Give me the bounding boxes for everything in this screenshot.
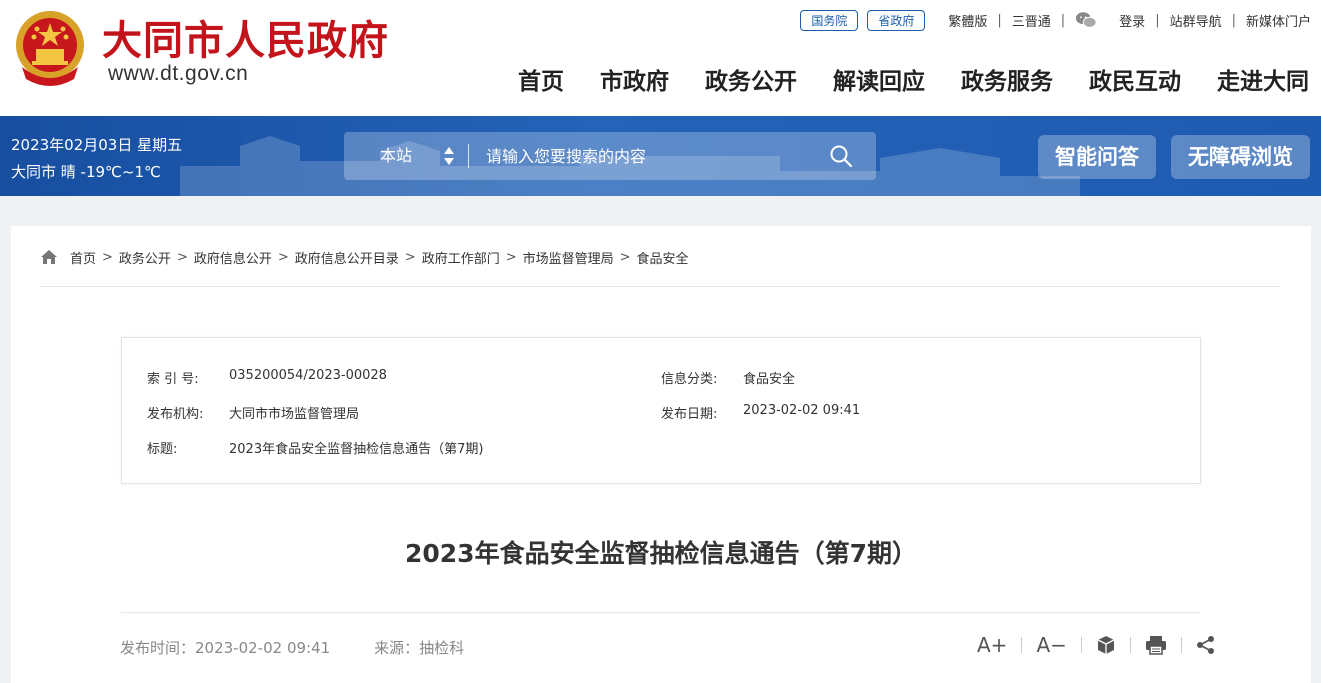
national-emblem-icon [16,11,84,86]
site-nav-link[interactable]: 站群导航 [1170,11,1222,30]
search-divider [468,144,469,168]
traditional-chinese-link[interactable]: 繁體版 [948,11,987,30]
date-weather: 2023年02月03日 星期五 大同市 晴 -19℃~1℃ [11,132,182,186]
breadcrumb-gov-affairs[interactable]: 政务公开 [119,248,171,267]
article-tools: A+ A− [977,632,1216,658]
breadcrumb-info-catalog[interactable]: 政府信息公开目录 [295,248,399,267]
breadcrumb: 首页 > 政务公开 > 政府信息公开 > 政府信息公开目录 > 政府工作部门 >… [40,246,689,268]
index-number-value: 035200054/2023-00028 [229,368,387,383]
title-value: 2023年食品安全监督抽检信息通告（第7期) [229,442,484,457]
category-label: 信息分类: [661,372,718,387]
publisher-row: 发布机构: 大同市市场监督管理局 [147,403,359,422]
province-gov-link[interactable]: 省政府 [867,9,926,31]
publish-date-row: 发布日期: 2023-02-02 09:41 [661,403,860,422]
index-number-row: 索 引 号: 035200054/2023-00028 [147,368,387,387]
site-header: 大同市人民政府 www.dt.gov.cn 国务院 省政府 繁體版 | 三晋通 … [0,0,1321,116]
breadcrumb-home[interactable]: 首页 [70,248,96,267]
tool-divider [1180,637,1182,653]
publisher-label: 发布机构: [147,407,204,422]
nav-home[interactable]: 首页 [518,62,564,96]
login-link[interactable]: 登录 [1119,11,1145,30]
publisher-value: 大同市市场监督管理局 [229,407,360,422]
accessible-browse-button[interactable]: 无障碍浏览 [1171,135,1310,179]
publish-time: 发布时间：2023-02-02 09:41 [120,639,331,657]
category-row: 信息分类: 食品安全 [661,368,795,387]
breadcrumb-market-bureau[interactable]: 市场监督管理局 [523,248,614,267]
tool-divider [1021,637,1023,653]
title-label: 标题: [147,442,178,457]
weather-info: 大同市 晴 -19℃~1℃ [11,163,161,181]
up-down-arrow-icon[interactable] [444,147,454,165]
cube-icon[interactable] [1096,635,1116,655]
smart-qa-button[interactable]: 智能问答 [1038,135,1156,179]
breadcrumb-food-safety[interactable]: 食品安全 [637,248,689,267]
breadcrumb-separator: > [277,249,289,265]
search-input[interactable] [486,144,826,168]
current-date: 2023年02月03日 星期五 [11,136,183,154]
publish-date-label: 发布日期: [661,407,718,422]
nav-about-datong[interactable]: 走进大同 [1217,62,1309,96]
tool-divider [1080,637,1082,653]
article-meta: 发布时间：2023-02-02 09:41 来源：抽检科 [120,637,464,658]
breadcrumb-info-open[interactable]: 政府信息公开 [194,248,272,267]
tool-divider [1129,637,1131,653]
search-scope-select[interactable]: 本站 [380,132,412,180]
top-links: 国务院 省政府 繁體版 | 三晋通 | 登录 | 站群导航 | 新媒体门户 [800,9,1311,31]
wechat-icon[interactable] [1075,10,1097,30]
share-icon[interactable] [1196,635,1216,655]
index-number-label: 索 引 号: [147,372,199,387]
nav-interpretation[interactable]: 解读回应 [833,62,925,96]
divider: | [997,12,1002,28]
article-title: 2023年食品安全监督抽检信息通告（第7期） [405,539,917,568]
content-panel: 首页 > 政务公开 > 政府信息公开 > 政府信息公开目录 > 政府工作部门 >… [11,226,1311,683]
search-banner: 2023年02月03日 星期五 大同市 晴 -19℃~1℃ 本站 智能问答 无障… [0,116,1321,196]
divider: | [1231,12,1236,28]
publish-date-value: 2023-02-02 09:41 [743,403,861,418]
breadcrumb-departments[interactable]: 政府工作部门 [422,248,500,267]
home-icon[interactable] [40,249,58,265]
font-increase-button[interactable]: A+ [977,633,1007,657]
divider: | [1155,12,1160,28]
sanjintong-link[interactable]: 三晋通 [1012,11,1051,30]
breadcrumb-separator: > [102,249,113,265]
search-icon[interactable] [830,145,852,167]
breadcrumb-separator: > [619,249,631,265]
info-metadata-box: 索 引 号: 035200054/2023-00028 信息分类: 食品安全 发… [121,337,1201,484]
nav-city-gov[interactable]: 市政府 [600,62,669,96]
main-nav: 首页 市政府 政务公开 解读回应 政务服务 政民互动 走进大同 [518,62,1309,96]
breadcrumb-divider [40,286,1281,287]
article-source: 来源：抽检科 [374,639,465,657]
site-url: www.dt.gov.cn [108,62,249,85]
breadcrumb-separator: > [176,249,188,265]
nav-interaction[interactable]: 政民互动 [1089,62,1181,96]
breadcrumb-separator: > [404,249,416,265]
title-divider [121,612,1201,613]
breadcrumb-separator: > [505,249,517,265]
category-value: 食品安全 [743,372,796,387]
font-decrease-button[interactable]: A− [1036,633,1066,657]
title-row: 标题: 2023年食品安全监督抽检信息通告（第7期) [147,438,483,457]
guowuyuan-link[interactable]: 国务院 [800,9,859,31]
divider: | [1060,12,1066,28]
new-media-link[interactable]: 新媒体门户 [1246,11,1311,30]
nav-gov-affairs-open[interactable]: 政务公开 [705,62,797,96]
site-name[interactable]: 大同市人民政府 [102,8,389,66]
nav-gov-service[interactable]: 政务服务 [961,62,1053,96]
print-icon[interactable] [1145,635,1167,655]
search-bar: 本站 [344,132,876,180]
